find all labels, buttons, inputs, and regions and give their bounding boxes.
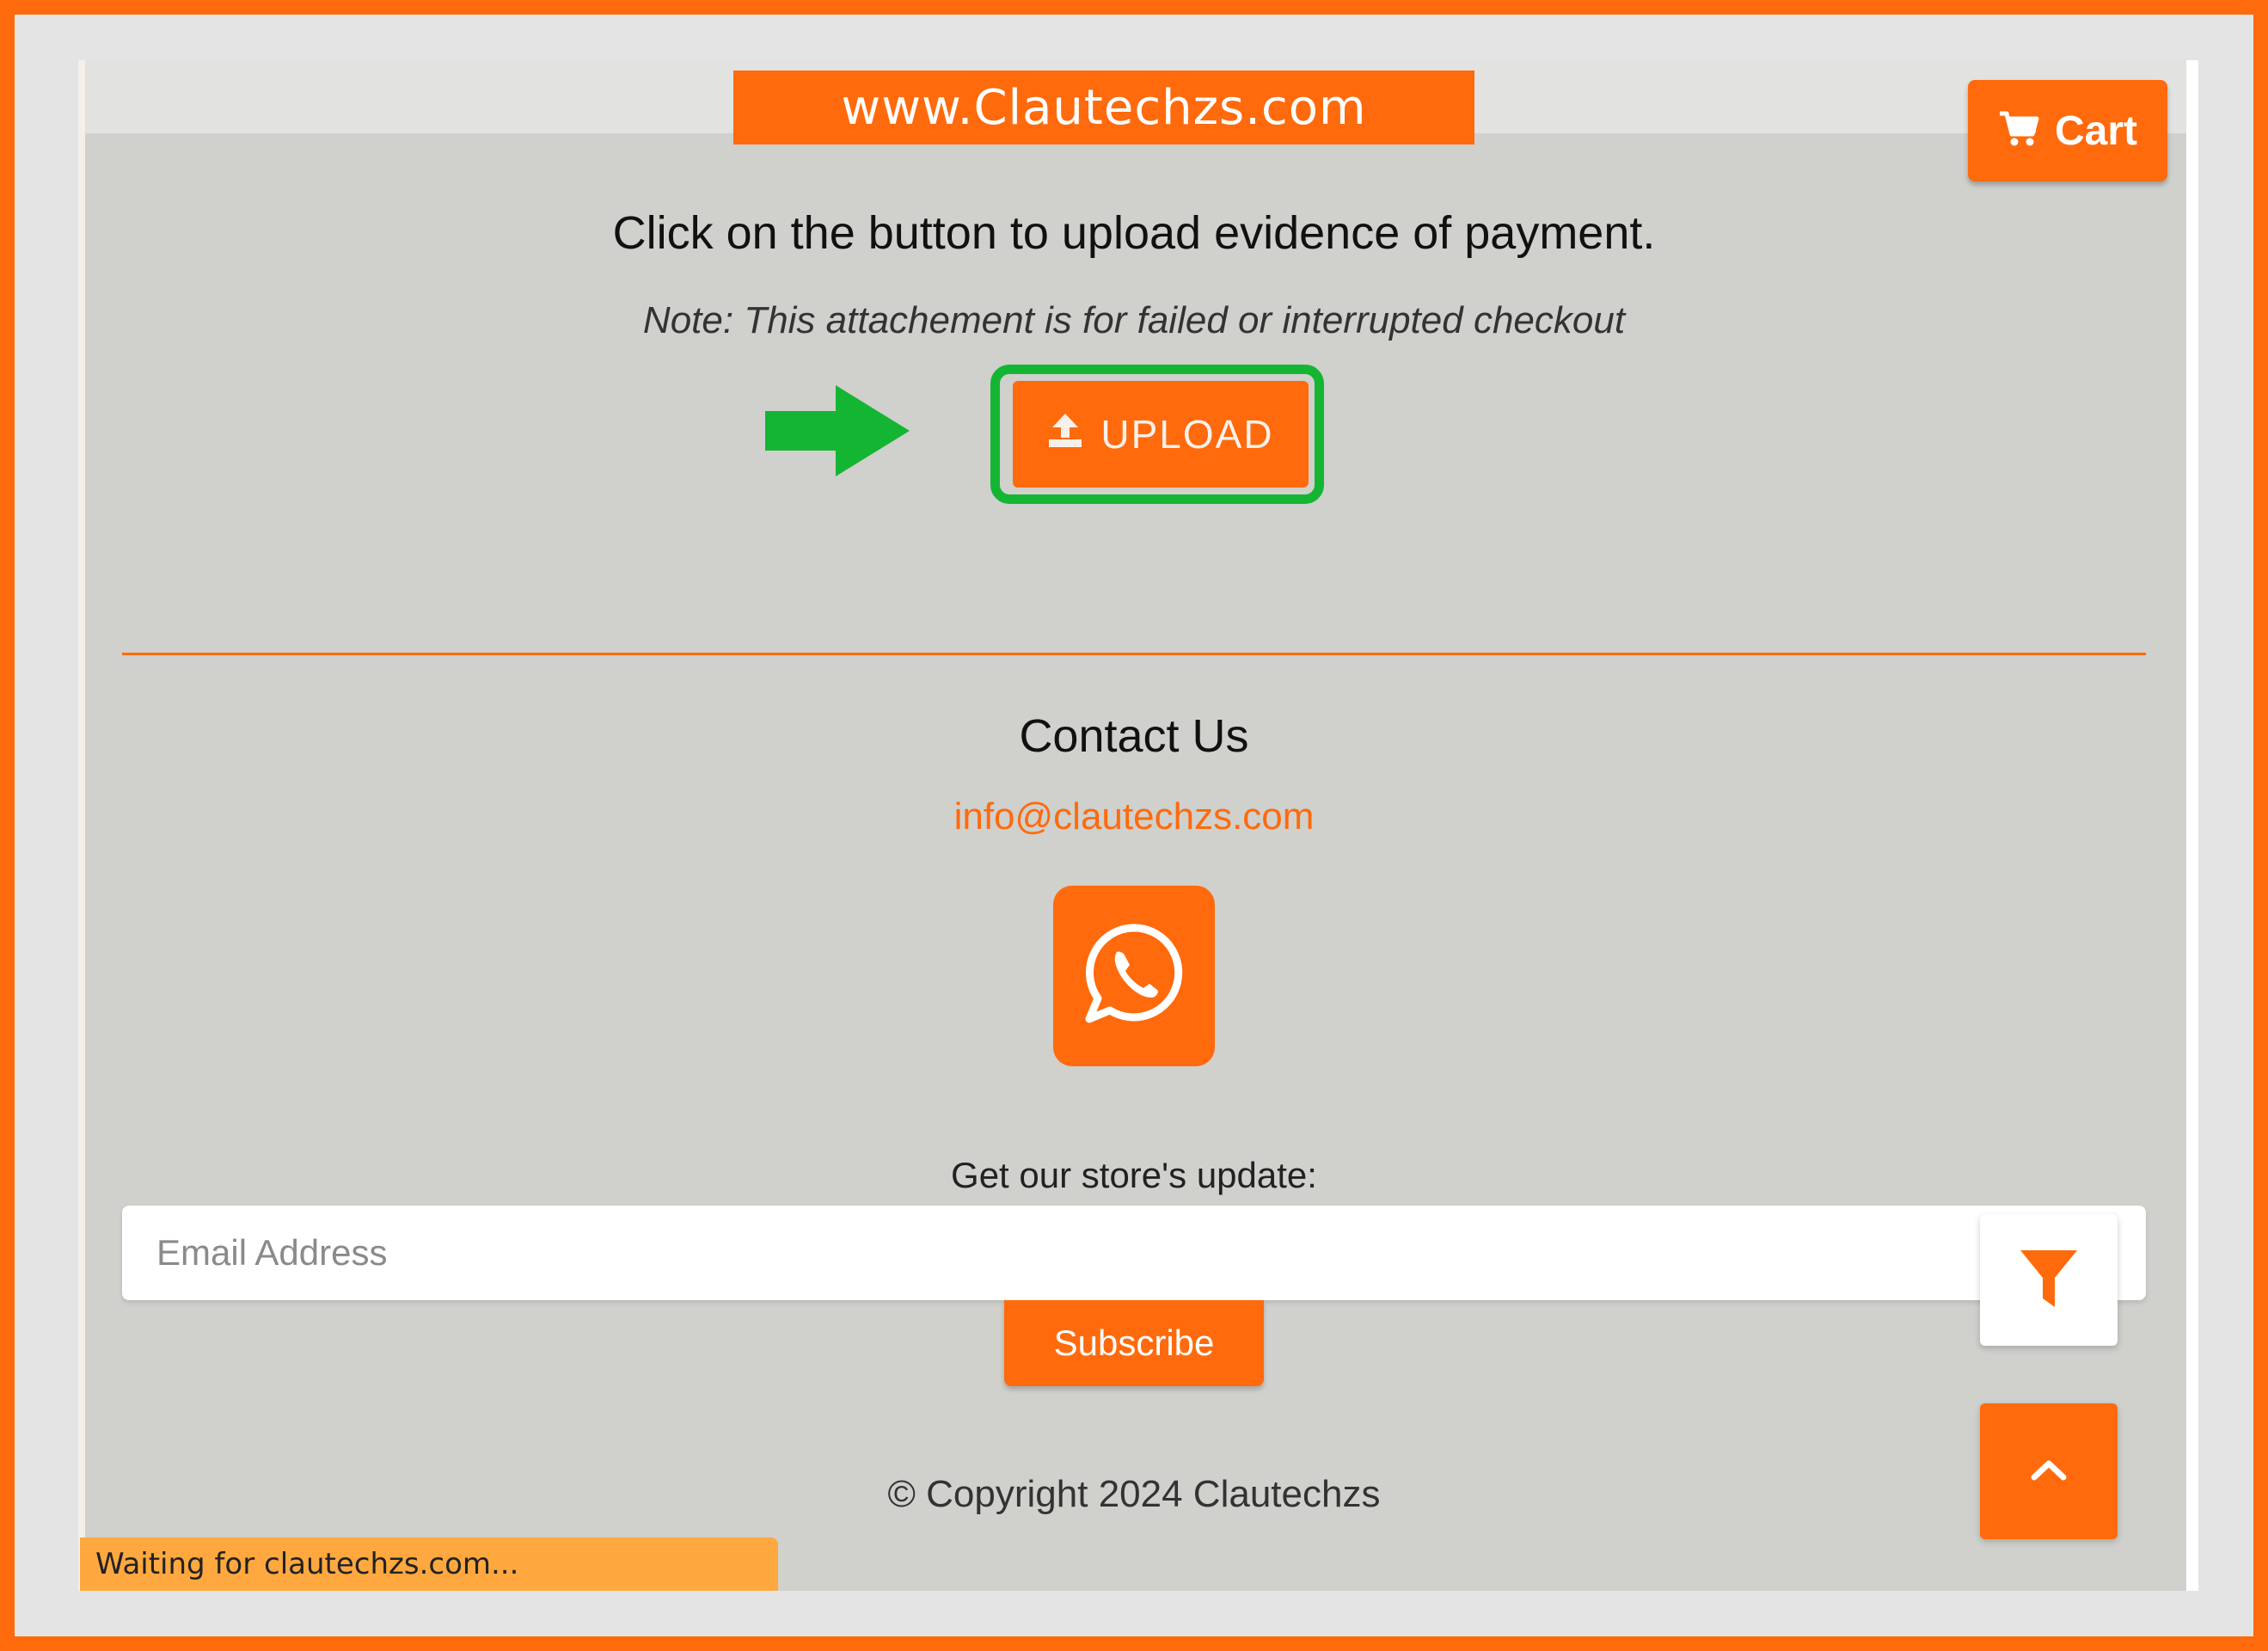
- newsletter-label: Get our store's update:: [951, 1155, 1317, 1195]
- filter-icon: [2019, 1247, 2079, 1314]
- whatsapp-icon: [1077, 918, 1191, 1034]
- browser-status-bar: Waiting for clautechzs.com...: [80, 1537, 778, 1591]
- contact-email-link[interactable]: info@clautechzs.com: [954, 795, 1315, 838]
- whatsapp-button[interactable]: [1053, 886, 1215, 1066]
- upload-instruction: Click on the button to upload evidence o…: [612, 207, 1656, 259]
- watermark-banner: www.Clautechzs.com: [733, 71, 1474, 144]
- upload-note: Note: This attachement is for failed or …: [642, 299, 1626, 341]
- copyright-text: © Copyright 2024 Clautechzs: [887, 1473, 1381, 1515]
- upload-icon: [1047, 411, 1083, 457]
- status-text: Waiting for clautechzs.com...: [95, 1547, 519, 1581]
- cart-label: Cart: [2054, 107, 2138, 154]
- subscribe-button[interactable]: Subscribe: [1004, 1300, 1264, 1386]
- upload-button[interactable]: UPLOAD: [1013, 381, 1309, 488]
- newsletter-email-input[interactable]: [122, 1206, 2146, 1300]
- upload-label: UPLOAD: [1100, 412, 1274, 457]
- section-divider: [122, 653, 2146, 655]
- filter-button[interactable]: [1980, 1214, 2118, 1346]
- green-arrow-icon: [765, 385, 911, 480]
- watermark-url: www.Clautechzs.com: [841, 79, 1367, 136]
- contact-title: Contact Us: [1019, 710, 1249, 762]
- cart-icon: [1998, 110, 2039, 151]
- scroll-to-top-button[interactable]: [1980, 1403, 2118, 1539]
- contact-email-row: info@clautechzs.com: [0, 795, 2268, 838]
- cart-button[interactable]: Cart: [1968, 80, 2167, 181]
